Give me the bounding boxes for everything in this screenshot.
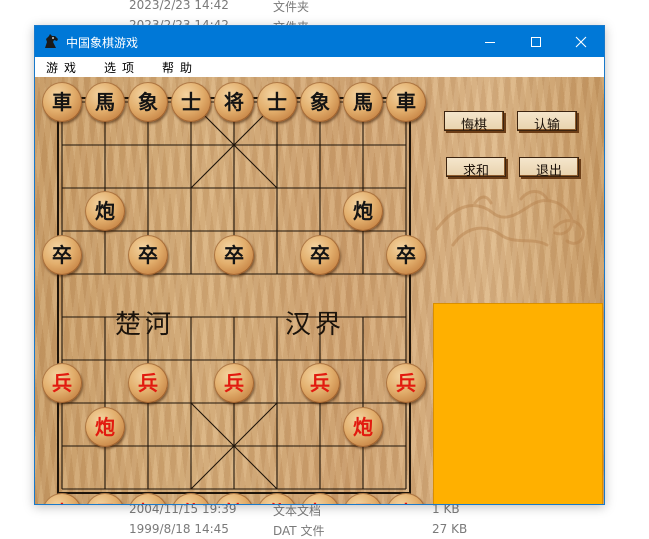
piece-black-elephant[interactable]: 象 <box>128 82 168 122</box>
piece-label: 兵 <box>138 371 158 395</box>
resign-button[interactable]: 认输 <box>517 111 577 133</box>
row-date: 1999/8/18 14:45 <box>129 522 229 536</box>
piece-red-soldier[interactable]: 兵 <box>300 363 340 403</box>
draw-label: 求和 <box>462 164 489 179</box>
piece-label: 車 <box>52 90 72 114</box>
piece-black-elephant[interactable]: 象 <box>300 82 340 122</box>
piece-black-horse[interactable]: 馬 <box>85 82 125 122</box>
piece-label: 卒 <box>138 243 158 267</box>
piece-label: 将 <box>224 90 244 114</box>
row-type: 文件夹 <box>273 0 310 14</box>
maximize-button[interactable] <box>513 26 559 57</box>
piece-label: 馬 <box>85 501 125 504</box>
piece-black-soldier[interactable]: 卒 <box>42 235 82 275</box>
piece-label: 兵 <box>52 371 72 395</box>
piece-label: 馬 <box>343 501 383 504</box>
piece-black-advisor[interactable]: 士 <box>257 82 297 122</box>
piece-label: 兵 <box>310 371 330 395</box>
draw-button[interactable]: 求和 <box>446 157 506 179</box>
piece-label: 士 <box>181 90 201 114</box>
piece-black-horse[interactable]: 馬 <box>343 82 383 122</box>
piece-black-advisor[interactable]: 士 <box>171 82 211 122</box>
undo-label: 悔棋 <box>460 118 487 133</box>
piece-black-soldier[interactable]: 卒 <box>386 235 426 275</box>
exit-label: 退出 <box>535 164 562 179</box>
minimize-icon <box>485 42 495 43</box>
info-panel <box>433 303 603 504</box>
close-button[interactable] <box>558 26 604 57</box>
piece-label: 馬 <box>353 90 373 114</box>
piece-label: 兵 <box>396 371 416 395</box>
title-bar[interactable]: 中国象棋游戏 <box>35 26 604 57</box>
piece-label: 帥 <box>214 501 254 504</box>
piece-label: 兵 <box>224 371 244 395</box>
river-label-han: 汉界 <box>285 310 346 340</box>
horse-icon <box>45 34 58 48</box>
piece-label: 炮 <box>95 199 115 223</box>
piece-label: 相 <box>128 501 168 504</box>
chess-window: 中国象棋游戏 游戏 选项 帮助 楚河 汉界 車 馬 象 士 将 士 象 馬 車 … <box>34 25 605 505</box>
game-area: 楚河 汉界 車 馬 象 士 将 士 象 馬 車 炮 炮 卒 卒 卒 卒 卒 兵 … <box>35 77 604 504</box>
piece-label: 象 <box>138 90 158 114</box>
piece-label: 士 <box>267 90 287 114</box>
exit-button[interactable]: 退出 <box>519 157 579 179</box>
piece-label: 仕 <box>171 501 211 504</box>
minimize-button[interactable] <box>467 26 513 57</box>
explorer-row[interactable]: 1999/8/18 14:45 DAT 文件 27 KB <box>0 520 649 538</box>
piece-label: 炮 <box>353 415 373 439</box>
resign-label: 认输 <box>533 118 560 133</box>
piece-label: 卒 <box>396 243 416 267</box>
row-type: DAT 文件 <box>273 524 325 538</box>
undo-button[interactable]: 悔棋 <box>444 111 504 133</box>
piece-red-cannon[interactable]: 炮 <box>85 407 125 447</box>
close-icon <box>575 36 587 48</box>
piece-label: 卒 <box>224 243 244 267</box>
piece-black-cannon[interactable]: 炮 <box>343 191 383 231</box>
piece-red-soldier[interactable]: 兵 <box>128 363 168 403</box>
row-date: 2023/2/23 14:42 <box>129 0 229 12</box>
piece-label: 車 <box>386 501 426 504</box>
piece-black-general[interactable]: 将 <box>214 82 254 122</box>
piece-label: 炮 <box>353 199 373 223</box>
maximize-icon <box>531 37 541 47</box>
piece-black-soldier[interactable]: 卒 <box>300 235 340 275</box>
piece-label: 車 <box>396 90 416 114</box>
piece-red-cannon[interactable]: 炮 <box>343 407 383 447</box>
river-label-chu: 楚河 <box>115 310 176 340</box>
piece-black-chariot[interactable]: 車 <box>386 82 426 122</box>
piece-label: 仕 <box>257 501 297 504</box>
piece-label: 卒 <box>52 243 72 267</box>
menu-bar: 游戏 选项 帮助 <box>35 57 604 77</box>
piece-label: 馬 <box>95 90 115 114</box>
piece-label: 象 <box>310 90 330 114</box>
piece-red-soldier[interactable]: 兵 <box>42 363 82 403</box>
piece-label: 卒 <box>310 243 330 267</box>
explorer-row[interactable]: 2023/2/23 14:42 文件夹 <box>0 0 649 14</box>
dragon-emboss <box>435 190 585 247</box>
menu-options[interactable]: 选项 <box>104 59 140 76</box>
piece-black-soldier[interactable]: 卒 <box>128 235 168 275</box>
piece-black-chariot[interactable]: 車 <box>42 82 82 122</box>
piece-label: 車 <box>42 501 82 504</box>
window-title: 中国象棋游戏 <box>66 36 139 50</box>
piece-label: 炮 <box>95 415 115 439</box>
piece-red-soldier[interactable]: 兵 <box>386 363 426 403</box>
piece-label: 相 <box>300 501 340 504</box>
piece-black-cannon[interactable]: 炮 <box>85 191 125 231</box>
menu-help[interactable]: 帮助 <box>162 59 198 76</box>
piece-black-soldier[interactable]: 卒 <box>214 235 254 275</box>
menu-game[interactable]: 游戏 <box>46 59 82 76</box>
piece-red-soldier[interactable]: 兵 <box>214 363 254 403</box>
row-size: 27 KB <box>432 522 468 536</box>
